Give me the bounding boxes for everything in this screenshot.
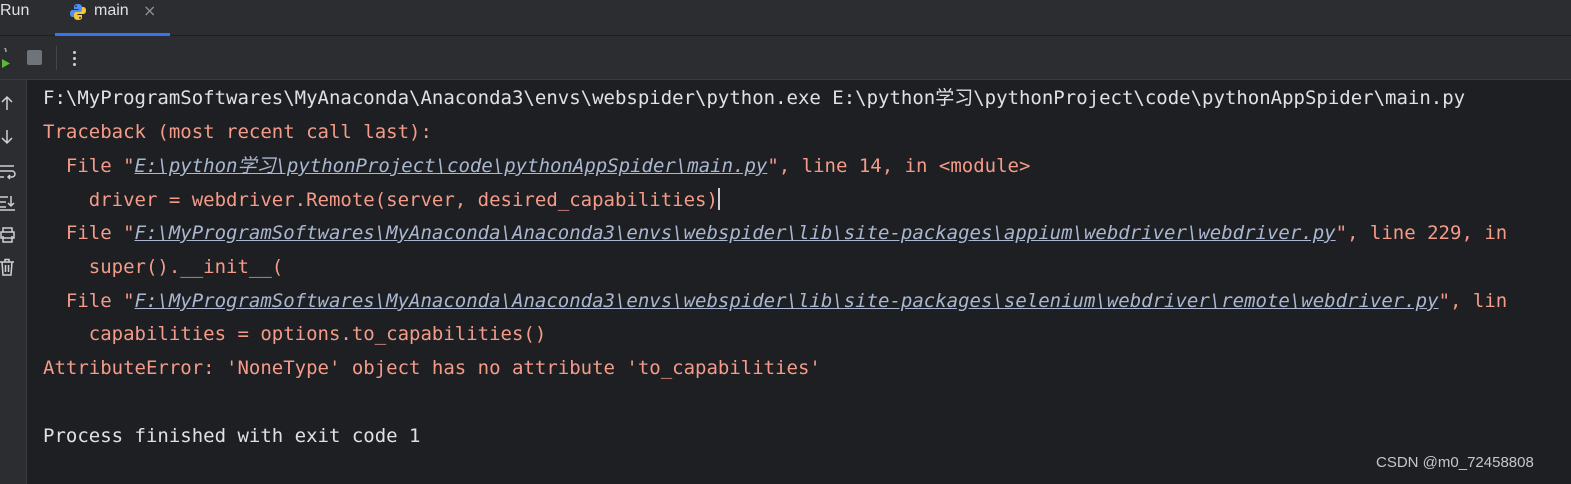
file-link[interactable]: E:\python学习\pythonProject\code\pythonApp…	[135, 155, 768, 177]
console-line-exit: Process finished with exit code 1	[43, 425, 421, 447]
soft-wrap-icon[interactable]	[0, 162, 18, 180]
print-icon[interactable]	[0, 226, 18, 244]
arrow-up-icon[interactable]	[0, 94, 18, 112]
frame-suffix: ", line 229, in	[1335, 222, 1508, 244]
console-line-frame: File "F:\MyProgramSoftwares\MyAnaconda\A…	[43, 286, 1507, 316]
frame-prefix: File "	[43, 155, 135, 177]
arrow-down-icon[interactable]	[0, 128, 18, 146]
console-line-frame: File "E:\python学习\pythonProject\code\pyt…	[43, 151, 1031, 181]
tab-label: main	[94, 2, 129, 19]
run-title: Run	[0, 2, 30, 19]
console-line-traceback: Traceback (most recent call last):	[43, 121, 432, 143]
run-toolbar	[0, 36, 1571, 80]
run-tool-window-header: Run main ×	[0, 0, 1571, 36]
frame-suffix: ", lin	[1438, 290, 1508, 312]
file-link[interactable]: F:\MyProgramSoftwares\MyAnaconda\Anacond…	[135, 290, 1439, 312]
python-icon	[69, 3, 87, 21]
console-line-code: capabilities = options.to_capabilities()	[43, 323, 547, 345]
console-line-code: driver = webdriver.Remote(server, desire…	[43, 185, 720, 215]
frame-prefix: File "	[43, 290, 135, 312]
stop-icon[interactable]	[27, 50, 42, 65]
watermark: CSDN @m0_72458808	[1376, 454, 1534, 471]
tab-main[interactable]: main ×	[55, 0, 170, 36]
more-options-icon[interactable]	[66, 46, 84, 70]
trash-icon[interactable]	[0, 258, 18, 276]
console-gutter	[0, 80, 27, 484]
frame-prefix: File "	[43, 222, 135, 244]
console-output[interactable]: F:\MyProgramSoftwares\MyAnaconda\Anacond…	[27, 80, 1571, 484]
text-caret	[717, 188, 720, 210]
close-icon[interactable]: ×	[143, 1, 156, 20]
scroll-to-end-icon[interactable]	[0, 194, 18, 212]
console-line-frame: File "F:\MyProgramSoftwares\MyAnaconda\A…	[43, 218, 1507, 248]
toolbar-divider	[56, 46, 57, 70]
code-text: driver = webdriver.Remote(server, desire…	[43, 189, 718, 211]
console-line-code: super().__init__(	[43, 256, 284, 278]
frame-suffix: ", line 14, in <module>	[767, 155, 1031, 177]
console-line-command: F:\MyProgramSoftwares\MyAnaconda\Anacond…	[43, 87, 1466, 109]
rerun-icon[interactable]	[0, 48, 12, 68]
console-line-error: AttributeError: 'NoneType' object has no…	[43, 357, 821, 379]
file-link[interactable]: F:\MyProgramSoftwares\MyAnaconda\Anacond…	[135, 222, 1336, 244]
